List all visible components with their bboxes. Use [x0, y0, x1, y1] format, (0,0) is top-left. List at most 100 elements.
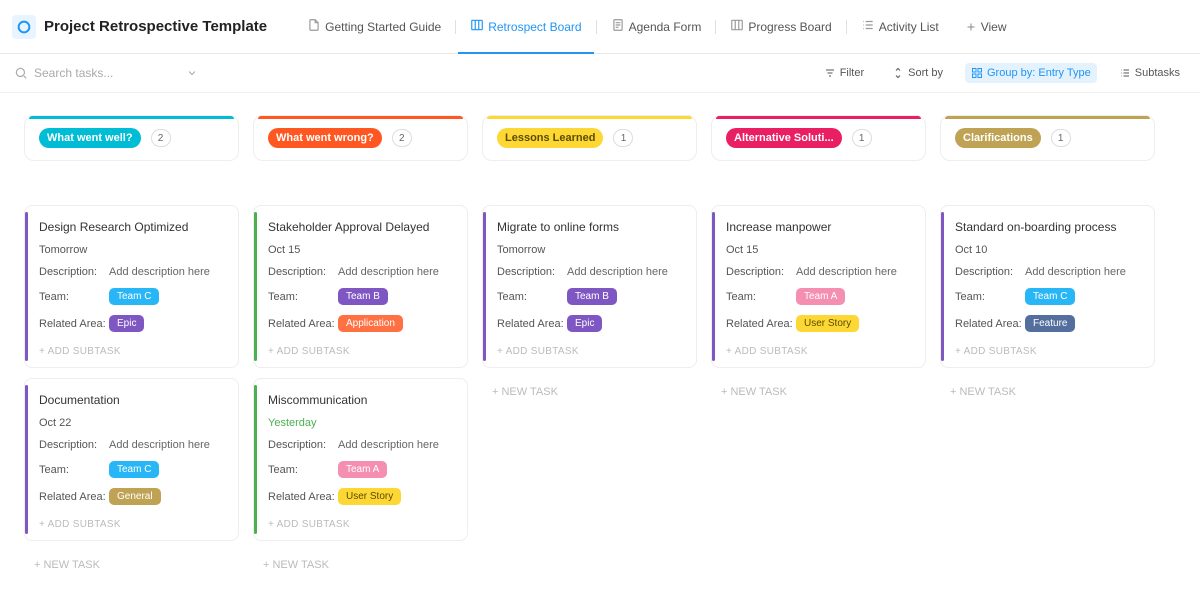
column-header[interactable]: Alternative Soluti...1 — [711, 115, 926, 161]
add-subtask-button[interactable]: + ADD SUBTASK — [39, 519, 224, 530]
add-subtask-button[interactable]: + ADD SUBTASK — [955, 346, 1140, 357]
group-by-button[interactable]: Group by: Entry Type — [965, 63, 1097, 83]
search-input[interactable] — [34, 62, 174, 84]
related-area-label: Related Area: — [955, 318, 1025, 330]
tab-agenda-form[interactable]: Agenda Form — [599, 10, 714, 43]
new-task-button[interactable]: + NEW TASK — [482, 378, 697, 406]
area-pill[interactable]: User Story — [796, 315, 859, 332]
add-subtask-button[interactable]: + ADD SUBTASK — [726, 346, 911, 357]
card-team-row: Team:Team B — [268, 288, 453, 305]
task-card[interactable]: Standard on-boarding processOct 10Descri… — [940, 205, 1155, 368]
filter-button[interactable]: Filter — [818, 63, 870, 83]
task-card[interactable]: Increase manpowerOct 15Description:Add d… — [711, 205, 926, 368]
task-card[interactable]: Migrate to online formsTomorrowDescripti… — [482, 205, 697, 368]
card-area-row: Related Area:User Story — [268, 488, 453, 505]
card-area-row: Related Area:Feature — [955, 315, 1140, 332]
team-pill[interactable]: Team C — [109, 288, 159, 305]
search-wrap — [14, 62, 198, 84]
filter-icon — [824, 67, 836, 79]
new-task-button[interactable]: + NEW TASK — [253, 551, 468, 579]
card-title: Migrate to online forms — [497, 220, 682, 234]
column-header[interactable]: Clarifications1 — [940, 115, 1155, 161]
description-value[interactable]: Add description here — [796, 266, 897, 278]
subtasks-button[interactable]: Subtasks — [1113, 63, 1186, 83]
card-team-row: Team:Team A — [726, 288, 911, 305]
area-pill[interactable]: Application — [338, 315, 403, 332]
area-pill[interactable]: Feature — [1025, 315, 1075, 332]
area-pill[interactable]: Epic — [567, 315, 602, 332]
column-count: 1 — [1051, 129, 1071, 147]
area-pill[interactable]: User Story — [338, 488, 401, 505]
card-date: Oct 10 — [955, 244, 1140, 256]
group-label: Group by: Entry Type — [987, 67, 1091, 79]
card-date: Oct 22 — [39, 417, 224, 429]
area-pill[interactable]: General — [109, 488, 161, 505]
task-card[interactable]: Stakeholder Approval DelayedOct 15Descri… — [253, 205, 468, 368]
column-title-badge: Lessons Learned — [497, 128, 603, 148]
sort-button[interactable]: Sort by — [886, 63, 949, 83]
tab-activity-list[interactable]: Activity List — [849, 10, 951, 43]
add-view-label: View — [981, 20, 1007, 34]
list-icon — [861, 18, 875, 35]
subtasks-icon — [1119, 67, 1131, 79]
card-title: Documentation — [39, 393, 224, 407]
related-area-label: Related Area: — [39, 491, 109, 503]
description-value[interactable]: Add description here — [1025, 266, 1126, 278]
tab-label: Progress Board — [748, 20, 831, 34]
task-card[interactable]: MiscommunicationYesterdayDescription:Add… — [253, 378, 468, 541]
description-value[interactable]: Add description here — [109, 266, 210, 278]
card-area-row: Related Area:Epic — [39, 315, 224, 332]
card-description-row: Description:Add description here — [39, 266, 224, 278]
column-header[interactable]: Lessons Learned1 — [482, 115, 697, 161]
chevron-down-icon[interactable] — [186, 67, 198, 79]
board: What went well?2 Design Research Optimize… — [0, 93, 1200, 601]
column-header[interactable]: What went well?2 — [24, 115, 239, 161]
card-team-row: Team:Team A — [268, 461, 453, 478]
add-subtask-button[interactable]: + ADD SUBTASK — [39, 346, 224, 357]
tab-label: Retrospect Board — [488, 20, 581, 34]
tab-label: Agenda Form — [629, 20, 702, 34]
description-value[interactable]: Add description here — [567, 266, 668, 278]
team-pill[interactable]: Team C — [109, 461, 159, 478]
column-header[interactable]: What went wrong?2 — [253, 115, 468, 161]
description-label: Description: — [268, 266, 338, 278]
team-label: Team: — [268, 291, 338, 303]
team-pill[interactable]: Team A — [338, 461, 387, 478]
tab-getting-started-guide[interactable]: Getting Started Guide — [295, 10, 453, 43]
team-label: Team: — [39, 464, 109, 476]
card-team-row: Team:Team C — [39, 461, 224, 478]
card-area-row: Related Area:User Story — [726, 315, 911, 332]
tab-retrospect-board[interactable]: Retrospect Board — [458, 10, 593, 43]
team-pill[interactable]: Team B — [567, 288, 617, 305]
board-icon — [730, 18, 744, 35]
add-subtask-button[interactable]: + ADD SUBTASK — [268, 346, 453, 357]
column-title-badge: What went well? — [39, 128, 141, 148]
card-date: Oct 15 — [726, 244, 911, 256]
group-icon — [971, 67, 983, 79]
related-area-label: Related Area: — [268, 491, 338, 503]
description-value[interactable]: Add description here — [109, 439, 210, 451]
description-value[interactable]: Add description here — [338, 266, 439, 278]
team-pill[interactable]: Team B — [338, 288, 388, 305]
team-pill[interactable]: Team C — [1025, 288, 1075, 305]
task-card[interactable]: Documentation Oct 22 Description:Add descr… — [24, 378, 239, 541]
add-view-button[interactable]: View — [957, 16, 1015, 38]
description-label: Description: — [726, 266, 796, 278]
card-title: Design Research Optimized — [39, 220, 224, 234]
tab-progress-board[interactable]: Progress Board — [718, 10, 843, 43]
description-label: Description: — [39, 439, 109, 451]
task-card[interactable]: Design Research OptimizedTomorrowDescrip… — [24, 205, 239, 368]
add-subtask-button[interactable]: + ADD SUBTASK — [497, 346, 682, 357]
search-icon — [14, 66, 28, 80]
area-pill[interactable]: Epic — [109, 315, 144, 332]
description-value[interactable]: Add description here — [338, 439, 439, 451]
new-task-button[interactable]: + NEW TASK — [24, 551, 239, 579]
card-team-row: Team:Team C — [39, 288, 224, 305]
description-label: Description: — [39, 266, 109, 278]
related-area-label: Related Area: — [39, 318, 109, 330]
add-subtask-button[interactable]: + ADD SUBTASK — [268, 519, 453, 530]
new-task-button[interactable]: + NEW TASK — [940, 378, 1155, 406]
card-date: Oct 15 — [268, 244, 453, 256]
new-task-button[interactable]: + NEW TASK — [711, 378, 926, 406]
team-pill[interactable]: Team A — [796, 288, 845, 305]
